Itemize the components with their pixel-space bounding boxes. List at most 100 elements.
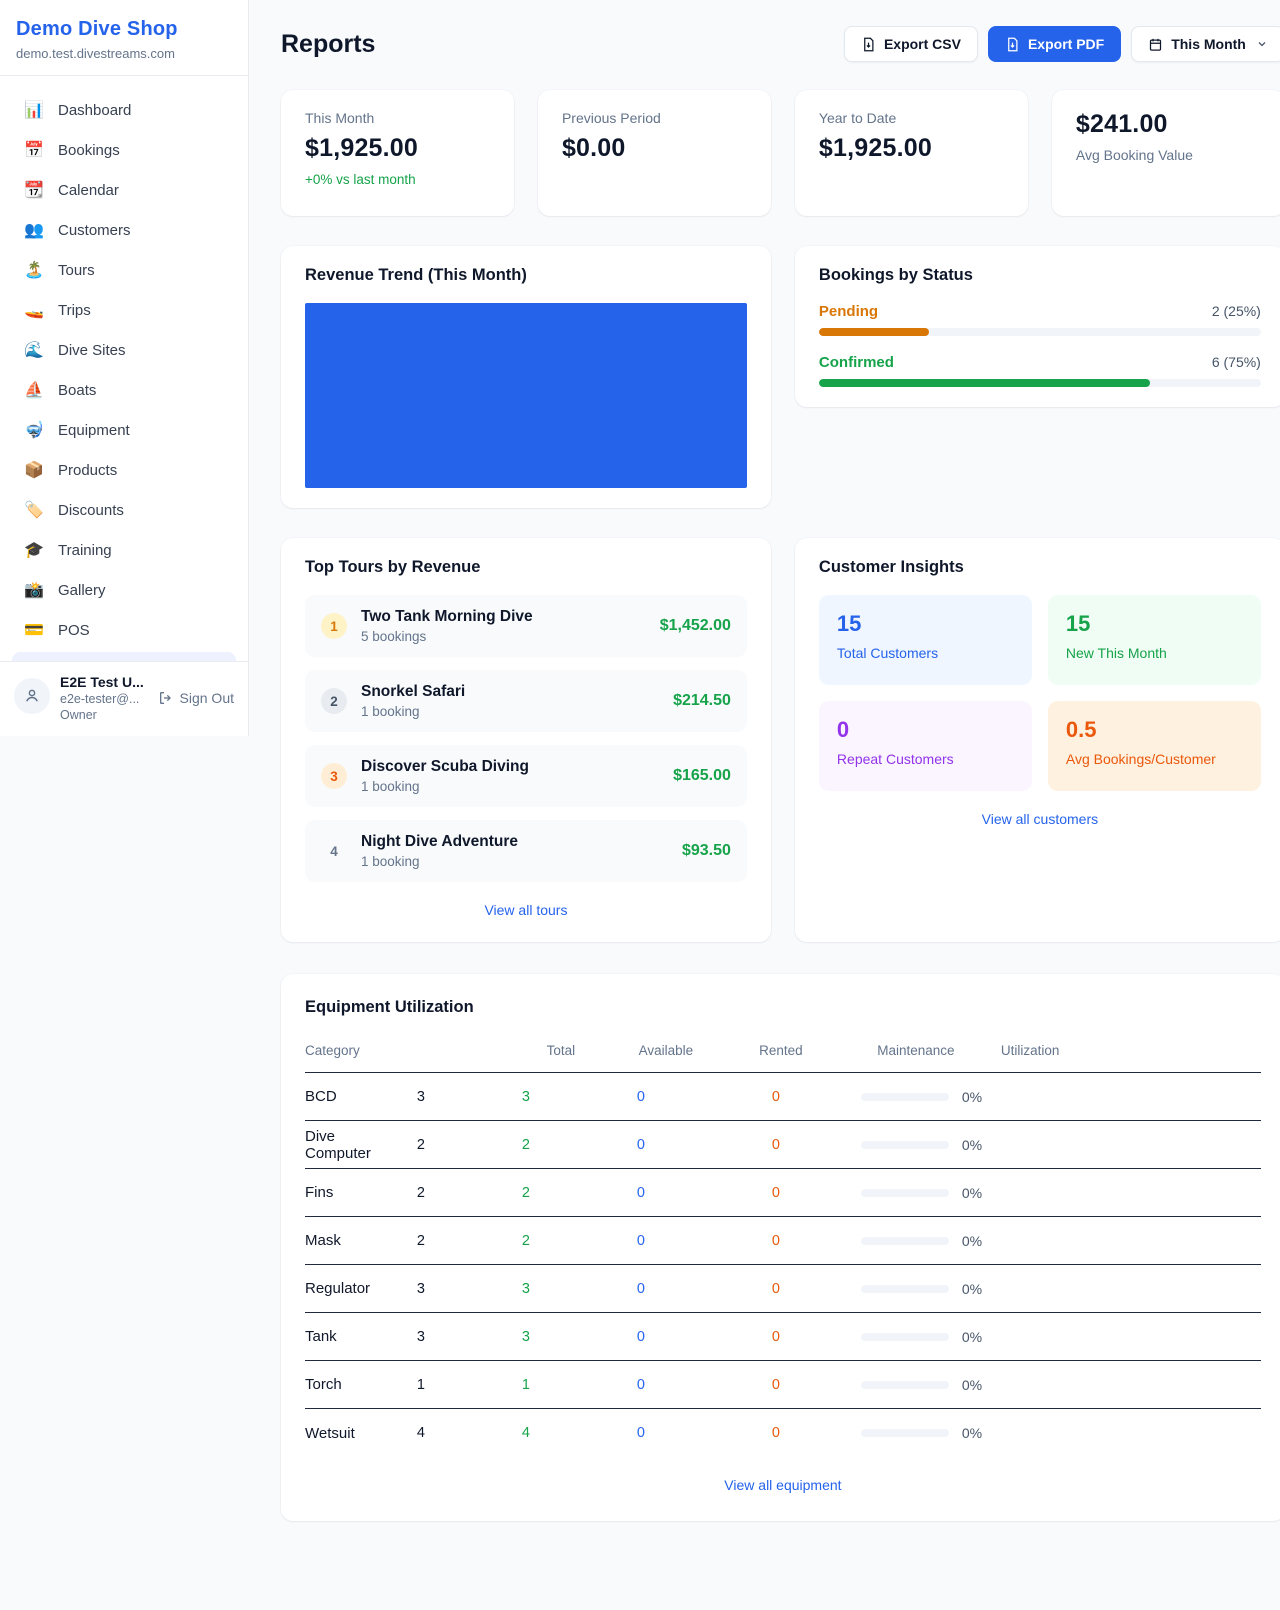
insight-grid: 15 Total Customers 15 New This Month 0 R… <box>819 595 1261 791</box>
utilization-percent: 0% <box>962 1089 982 1105</box>
sidebar-item-customers[interactable]: 👥 Customers <box>12 210 236 250</box>
status-row-confirmed: Confirmed 6 (75%) <box>819 354 1261 387</box>
equipment-total: 3 <box>381 1281 461 1297</box>
sidebar-item-dashboard[interactable]: 📊 Dashboard <box>12 90 236 130</box>
tour-row[interactable]: 3 Discover Scuba Diving 1 booking $165.0… <box>305 745 747 807</box>
equipment-maintenance: 0 <box>701 1089 851 1105</box>
stat-label: This Month <box>305 110 490 126</box>
active-nav-highlight <box>12 652 236 661</box>
sidebar-item-gallery[interactable]: 📸 Gallery <box>12 570 236 610</box>
sidebar-item-boats[interactable]: ⛵ Boats <box>12 370 236 410</box>
utilization-bar <box>861 1429 949 1437</box>
people-icon: 👥 <box>24 220 44 240</box>
sidebar-item-training[interactable]: 🎓 Training <box>12 530 236 570</box>
utilization-percent: 0% <box>962 1137 982 1153</box>
sidebar-item-calendar[interactable]: 📆 Calendar <box>12 170 236 210</box>
stat-value: $1,925.00 <box>305 134 490 163</box>
status-row-pending: Pending 2 (25%) <box>819 303 1261 336</box>
tour-row[interactable]: 4 Night Dive Adventure 1 booking $93.50 <box>305 820 747 882</box>
insight-label: Total Customers <box>837 645 1014 661</box>
sidebar-item-discounts[interactable]: 🏷️ Discounts <box>12 490 236 530</box>
tour-name: Snorkel Safari <box>361 683 659 701</box>
equipment-rented: 0 <box>591 1137 691 1153</box>
insight-label: Avg Bookings/Customer <box>1066 751 1243 767</box>
column-header: Maintenance <box>841 1043 991 1058</box>
sailboat-icon: ⛵ <box>24 380 44 400</box>
equipment-maintenance: 0 <box>701 1329 851 1345</box>
equipment-category: Wetsuit <box>305 1425 371 1442</box>
equipment-utilization-card: Equipment Utilization Category Total Ava… <box>281 974 1280 1521</box>
sidebar: Demo Dive Shop demo.test.divestreams.com… <box>0 0 249 736</box>
sign-out-button[interactable]: Sign Out <box>158 690 234 706</box>
export-csv-label: Export CSV <box>884 36 961 52</box>
view-all-equipment-link[interactable]: View all equipment <box>724 1477 841 1493</box>
column-header: Available <box>611 1043 721 1058</box>
utilization-bar <box>861 1285 949 1293</box>
sidebar-item-products[interactable]: 📦 Products <box>12 450 236 490</box>
equipment-category: BCD <box>305 1088 371 1105</box>
sidebar-nav: 📊 Dashboard 📅 Bookings 📆 Calendar 👥 Cust… <box>0 76 248 650</box>
logout-icon <box>158 690 174 706</box>
tour-name: Discover Scuba Diving <box>361 758 659 776</box>
stat-card-this-month: This Month $1,925.00 +0% vs last month <box>281 90 514 216</box>
period-select[interactable]: This Month <box>1131 26 1280 62</box>
top-tours-card: Top Tours by Revenue 1 Two Tank Morning … <box>281 538 771 942</box>
credit-card-icon: 💳 <box>24 620 44 640</box>
customer-insights-card: Customer Insights 15 Total Customers 15 … <box>795 538 1280 942</box>
bar-chart-icon: 📊 <box>24 100 44 120</box>
stat-label: Previous Period <box>562 110 747 126</box>
equipment-category: Torch <box>305 1376 371 1393</box>
sidebar-item-bookings[interactable]: 📅 Bookings <box>12 130 236 170</box>
rank-badge: 2 <box>321 688 347 714</box>
sidebar-item-label: POS <box>58 622 90 639</box>
tour-amount: $165.00 <box>673 767 731 785</box>
bookings-by-status-title: Bookings by Status <box>819 266 1261 285</box>
equipment-available: 3 <box>471 1089 581 1105</box>
equipment-utilization-cell: 0% <box>861 1281 1121 1297</box>
table-row: Tank 3 3 0 0 0% <box>305 1313 1261 1361</box>
sidebar-item-label: Boats <box>58 382 96 399</box>
insight-tile-repeat-customers: 0 Repeat Customers <box>819 701 1032 791</box>
progress-fill <box>819 328 929 336</box>
sidebar-item-pos[interactable]: 💳 POS <box>12 610 236 650</box>
equipment-maintenance: 0 <box>701 1137 851 1153</box>
sidebar-item-dive-sites[interactable]: 🌊 Dive Sites <box>12 330 236 370</box>
export-pdf-button[interactable]: Export PDF <box>988 26 1121 62</box>
utilization-bar <box>861 1237 949 1245</box>
brand-block: Demo Dive Shop demo.test.divestreams.com <box>0 0 248 76</box>
equipment-category: Fins <box>305 1184 371 1201</box>
export-csv-button[interactable]: Export CSV <box>844 26 978 62</box>
tour-bookings: 5 bookings <box>361 629 646 644</box>
sidebar-item-equipment[interactable]: 🤿 Equipment <box>12 410 236 450</box>
equipment-available: 3 <box>471 1329 581 1345</box>
mid-row: Top Tours by Revenue 1 Two Tank Morning … <box>281 538 1280 942</box>
sidebar-item-tours[interactable]: 🏝️ Tours <box>12 250 236 290</box>
equipment-available: 4 <box>471 1425 581 1441</box>
sidebar-item-trips[interactable]: 🚤 Trips <box>12 290 236 330</box>
equipment-category: Tank <box>305 1328 371 1345</box>
view-all-customers-link[interactable]: View all customers <box>982 811 1098 827</box>
sidebar-item-label: Trips <box>58 302 91 319</box>
page-header: Reports Export CSV Export PDF <box>281 26 1280 62</box>
revenue-trend-chart <box>305 303 747 488</box>
shop-name: Demo Dive Shop <box>16 18 232 41</box>
app-layout: Demo Dive Shop demo.test.divestreams.com… <box>0 0 1280 1561</box>
page-title: Reports <box>281 30 375 59</box>
tour-row[interactable]: 1 Two Tank Morning Dive 5 bookings $1,45… <box>305 595 747 657</box>
insight-label: Repeat Customers <box>837 751 1014 767</box>
rank-badge: 3 <box>321 763 347 789</box>
speedboat-icon: 🚤 <box>24 300 44 320</box>
column-header: Rented <box>731 1043 831 1058</box>
camera-icon: 📸 <box>24 580 44 600</box>
equipment-rented: 0 <box>591 1329 691 1345</box>
period-label: This Month <box>1171 36 1246 52</box>
tour-bookings: 1 booking <box>361 854 668 869</box>
utilization-percent: 0% <box>962 1233 982 1249</box>
stat-label: Avg Booking Value <box>1076 147 1261 163</box>
utilization-percent: 0% <box>962 1377 982 1393</box>
equipment-available: 3 <box>471 1281 581 1297</box>
file-download-icon <box>861 37 876 52</box>
view-all-tours-link[interactable]: View all tours <box>484 902 567 918</box>
revenue-trend-card: Revenue Trend (This Month) <box>281 246 771 508</box>
tour-row[interactable]: 2 Snorkel Safari 1 booking $214.50 <box>305 670 747 732</box>
